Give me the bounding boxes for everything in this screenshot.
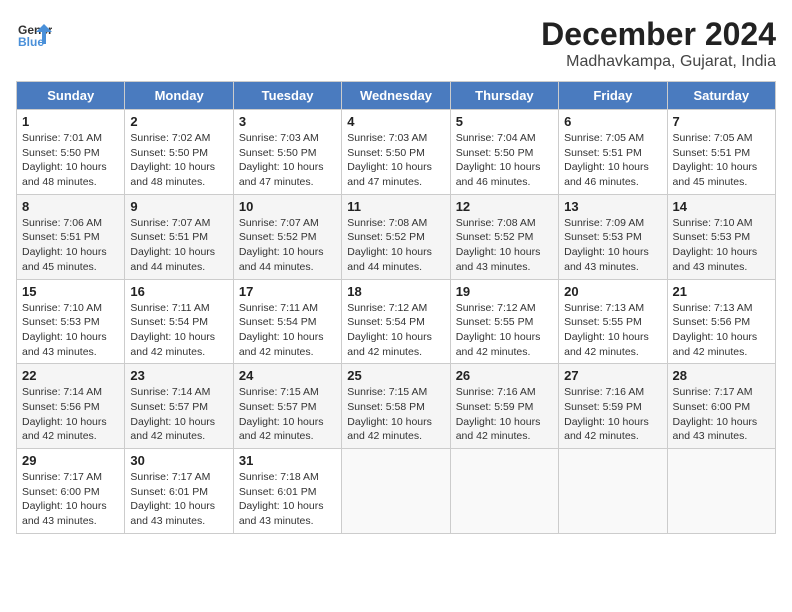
day-4: 4 Sunrise: 7:03 AMSunset: 5:50 PMDayligh… [342, 110, 450, 195]
day-31: 31 Sunrise: 7:18 AMSunset: 6:01 PMDaylig… [233, 449, 341, 534]
logo-icon: General Blue [16, 16, 52, 52]
day-5: 5 Sunrise: 7:04 AMSunset: 5:50 PMDayligh… [450, 110, 558, 195]
day-8: 8 Sunrise: 7:06 AMSunset: 5:51 PMDayligh… [17, 194, 125, 279]
empty-cell [450, 449, 558, 534]
day-9: 9 Sunrise: 7:07 AMSunset: 5:51 PMDayligh… [125, 194, 233, 279]
day-30: 30 Sunrise: 7:17 AMSunset: 6:01 PMDaylig… [125, 449, 233, 534]
day-28: 28 Sunrise: 7:17 AMSunset: 6:00 PMDaylig… [667, 364, 775, 449]
col-friday: Friday [559, 82, 667, 110]
calendar-week-3: 15 Sunrise: 7:10 AMSunset: 5:53 PMDaylig… [17, 279, 776, 364]
day-23: 23 Sunrise: 7:14 AMSunset: 5:57 PMDaylig… [125, 364, 233, 449]
calendar-week-1: 1 Sunrise: 7:01 AMSunset: 5:50 PMDayligh… [17, 110, 776, 195]
day-29: 29 Sunrise: 7:17 AMSunset: 6:00 PMDaylig… [17, 449, 125, 534]
calendar: Sunday Monday Tuesday Wednesday Thursday… [16, 81, 776, 534]
col-thursday: Thursday [450, 82, 558, 110]
col-tuesday: Tuesday [233, 82, 341, 110]
location-title: Madhavkampa, Gujarat, India [541, 53, 776, 71]
calendar-week-2: 8 Sunrise: 7:06 AMSunset: 5:51 PMDayligh… [17, 194, 776, 279]
day-10: 10 Sunrise: 7:07 AMSunset: 5:52 PMDaylig… [233, 194, 341, 279]
day-3: 3 Sunrise: 7:03 AMSunset: 5:50 PMDayligh… [233, 110, 341, 195]
empty-cell [559, 449, 667, 534]
empty-cell [667, 449, 775, 534]
title-section: December 2024 Madhavkampa, Gujarat, Indi… [541, 16, 776, 71]
day-24: 24 Sunrise: 7:15 AMSunset: 5:57 PMDaylig… [233, 364, 341, 449]
logo: General Blue [16, 16, 52, 52]
day-2: 2 Sunrise: 7:02 AMSunset: 5:50 PMDayligh… [125, 110, 233, 195]
empty-cell [342, 449, 450, 534]
day-27: 27 Sunrise: 7:16 AMSunset: 5:59 PMDaylig… [559, 364, 667, 449]
month-title: December 2024 [541, 16, 776, 53]
day-18: 18 Sunrise: 7:12 AMSunset: 5:54 PMDaylig… [342, 279, 450, 364]
day-1: 1 Sunrise: 7:01 AMSunset: 5:50 PMDayligh… [17, 110, 125, 195]
col-wednesday: Wednesday [342, 82, 450, 110]
col-monday: Monday [125, 82, 233, 110]
day-25: 25 Sunrise: 7:15 AMSunset: 5:58 PMDaylig… [342, 364, 450, 449]
col-saturday: Saturday [667, 82, 775, 110]
svg-text:Blue: Blue [18, 35, 44, 49]
header: General Blue December 2024 Madhavkampa, … [16, 16, 776, 71]
day-14: 14 Sunrise: 7:10 AMSunset: 5:53 PMDaylig… [667, 194, 775, 279]
calendar-week-4: 22 Sunrise: 7:14 AMSunset: 5:56 PMDaylig… [17, 364, 776, 449]
day-17: 17 Sunrise: 7:11 AMSunset: 5:54 PMDaylig… [233, 279, 341, 364]
day-15: 15 Sunrise: 7:10 AMSunset: 5:53 PMDaylig… [17, 279, 125, 364]
day-13: 13 Sunrise: 7:09 AMSunset: 5:53 PMDaylig… [559, 194, 667, 279]
col-sunday: Sunday [17, 82, 125, 110]
day-16: 16 Sunrise: 7:11 AMSunset: 5:54 PMDaylig… [125, 279, 233, 364]
day-12: 12 Sunrise: 7:08 AMSunset: 5:52 PMDaylig… [450, 194, 558, 279]
day-21: 21 Sunrise: 7:13 AMSunset: 5:56 PMDaylig… [667, 279, 775, 364]
calendar-header-row: Sunday Monday Tuesday Wednesday Thursday… [17, 82, 776, 110]
day-26: 26 Sunrise: 7:16 AMSunset: 5:59 PMDaylig… [450, 364, 558, 449]
day-22: 22 Sunrise: 7:14 AMSunset: 5:56 PMDaylig… [17, 364, 125, 449]
day-20: 20 Sunrise: 7:13 AMSunset: 5:55 PMDaylig… [559, 279, 667, 364]
calendar-week-5: 29 Sunrise: 7:17 AMSunset: 6:00 PMDaylig… [17, 449, 776, 534]
day-11: 11 Sunrise: 7:08 AMSunset: 5:52 PMDaylig… [342, 194, 450, 279]
day-7: 7 Sunrise: 7:05 AMSunset: 5:51 PMDayligh… [667, 110, 775, 195]
day-6: 6 Sunrise: 7:05 AMSunset: 5:51 PMDayligh… [559, 110, 667, 195]
day-19: 19 Sunrise: 7:12 AMSunset: 5:55 PMDaylig… [450, 279, 558, 364]
